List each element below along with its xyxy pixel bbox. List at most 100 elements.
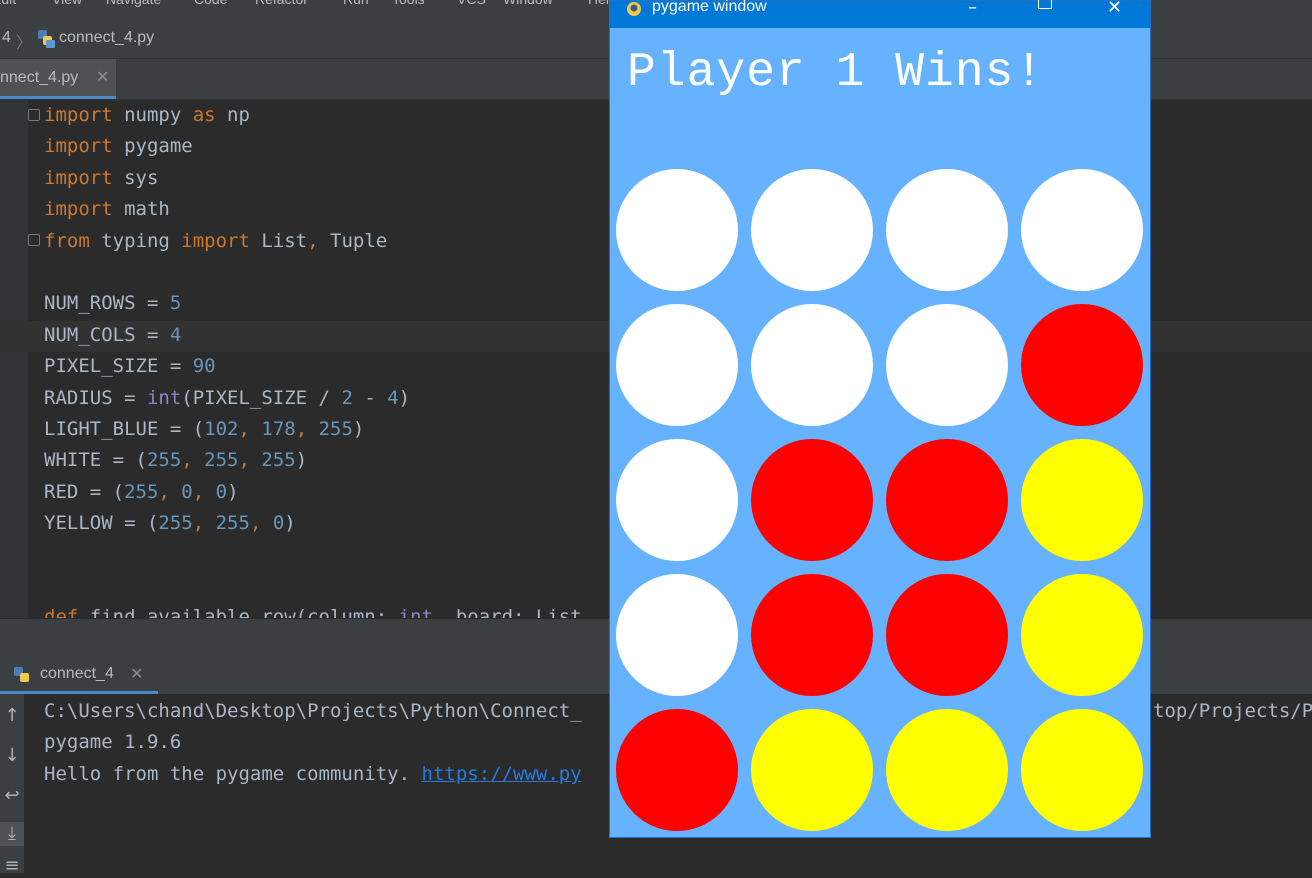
code-token: 0 [181, 480, 193, 503]
maximize-icon[interactable] [1038, 0, 1052, 9]
console-link[interactable]: https://www.py [422, 763, 582, 785]
code-token: ) [295, 449, 308, 472]
code-token: from [44, 229, 90, 252]
breadcrumb-file[interactable]: connect_4.py [59, 29, 154, 47]
close-icon[interactable]: ✕ [130, 664, 143, 684]
code-token: ) [284, 512, 296, 535]
console-text: Hello from the pygame community. [44, 763, 422, 785]
arrow-down-icon[interactable]: ↓ [0, 744, 24, 768]
menu-item[interactable]: View [52, 0, 82, 7]
menu-item[interactable]: Code [194, 0, 227, 7]
console-line-tail: top/Projects/P [1153, 700, 1312, 722]
code-token: math [112, 198, 170, 221]
code-token: YELLOW = ( [44, 512, 159, 535]
pygame-title-bar[interactable]: pygame window – ✕ [610, 0, 1150, 28]
menu-item[interactable]: Run [343, 0, 369, 7]
code-line: PIXEL_SIZE = 90 [44, 351, 216, 381]
board-slot-yellow [1021, 574, 1143, 696]
tab-connect-4-py[interactable]: nnect_4.py ✕ [0, 59, 116, 99]
code-token: List [249, 229, 308, 252]
game-canvas[interactable]: Player 1 Wins! [610, 28, 1150, 837]
code-token: , [238, 449, 262, 472]
board-slot-red [886, 439, 1008, 561]
code-token: np [215, 104, 250, 126]
close-icon[interactable]: ✕ [96, 67, 109, 87]
code-token: 255 [215, 512, 250, 535]
board-slot-white [616, 304, 738, 426]
code-token: int [146, 386, 182, 409]
fold-icon[interactable] [28, 234, 40, 246]
board-slot-white [616, 439, 738, 561]
code-line: import numpy as np [44, 100, 250, 130]
code-token: 4 [169, 323, 182, 346]
menu-item[interactable]: Window [503, 0, 553, 7]
code-token: 5 [169, 292, 182, 315]
python-icon [14, 667, 29, 682]
board-slot-white [886, 304, 1008, 426]
editor-gutter [0, 100, 28, 618]
code-token: numpy [112, 104, 193, 126]
code-token: , [192, 480, 216, 503]
code-token: 4 [387, 386, 399, 409]
code-token: import [44, 104, 113, 126]
code-line: import math [44, 194, 170, 224]
code-token: , [307, 229, 319, 252]
code-token: int [398, 606, 433, 618]
code-token: as [192, 104, 216, 126]
run-tab-connect-4[interactable]: connect_4 ✕ [0, 656, 158, 694]
code-token: (PIXEL_SIZE / [181, 386, 342, 409]
code-line: from typing import List, Tuple [44, 226, 387, 256]
code-token: import [44, 198, 113, 221]
breadcrumb-project[interactable]: 4 [2, 29, 11, 47]
code-token: RED = ( [44, 480, 125, 503]
soft-wrap-icon[interactable]: ↩ [0, 784, 24, 808]
code-token: 255 [261, 449, 296, 472]
menu-item[interactable]: Refactor [255, 0, 308, 7]
board-slot-red [751, 439, 873, 561]
menu-item[interactable]: Tools [392, 0, 425, 7]
menu-item[interactable]: VCS [457, 0, 486, 7]
code-token: WHITE = ( [44, 449, 147, 472]
code-token: , [181, 449, 205, 472]
menu-item[interactable]: Navigate [106, 0, 161, 7]
code-token: NUM_ROWS = [44, 292, 170, 315]
minimize-icon[interactable]: – [968, 0, 977, 18]
print-icon[interactable]: ≡ [0, 854, 24, 878]
code-token: LIGHT_BLUE = ( [44, 418, 205, 440]
scroll-to-end-icon[interactable]: ⤓ [0, 822, 24, 846]
board-slot-yellow [1021, 709, 1143, 831]
board-slot-white [886, 169, 1008, 291]
code-token: 255 [318, 418, 353, 440]
code-token: 2 [341, 386, 353, 409]
code-token: 255 [124, 480, 159, 503]
code-line: NUM_COLS = 4 [44, 320, 181, 350]
menu-item[interactable]: Edit [0, 0, 16, 7]
close-icon[interactable]: ✕ [1107, 0, 1122, 18]
code-token: 90 [192, 355, 216, 378]
console-toolbar: ↑ ↓ ↩ ⤓ ≡ [0, 694, 24, 876]
code-token: pygame [112, 135, 193, 158]
code-token: Tuple [318, 229, 388, 252]
code-token: sys [112, 166, 159, 189]
board-slot-white [751, 304, 873, 426]
code-token: 255 [204, 449, 239, 472]
code-line: WHITE = (255, 255, 255) [44, 445, 307, 475]
fold-icon[interactable] [28, 109, 40, 121]
console-line: pygame 1.9.6 [44, 731, 182, 753]
code-token: , [295, 418, 319, 440]
tab-label: nnect_4.py [0, 69, 79, 86]
code-token: 0 [215, 480, 228, 503]
pygame-window: pygame window – ✕ Player 1 Wins! [609, 0, 1151, 838]
code-token: def [44, 606, 79, 618]
code-token: PIXEL_SIZE = [44, 355, 193, 378]
code-line: import sys [44, 163, 158, 193]
board-slot-white [616, 574, 738, 696]
arrow-up-icon[interactable]: ↑ [0, 704, 24, 728]
code-line: RED = (255, 0, 0) [44, 477, 239, 507]
board-slot-red [616, 709, 738, 831]
code-token: import [44, 135, 113, 158]
board-slot-yellow [1021, 439, 1143, 561]
code-line: NUM_ROWS = 5 [44, 288, 181, 318]
code-token: 102 [204, 418, 239, 440]
code-token: ) [398, 386, 411, 409]
